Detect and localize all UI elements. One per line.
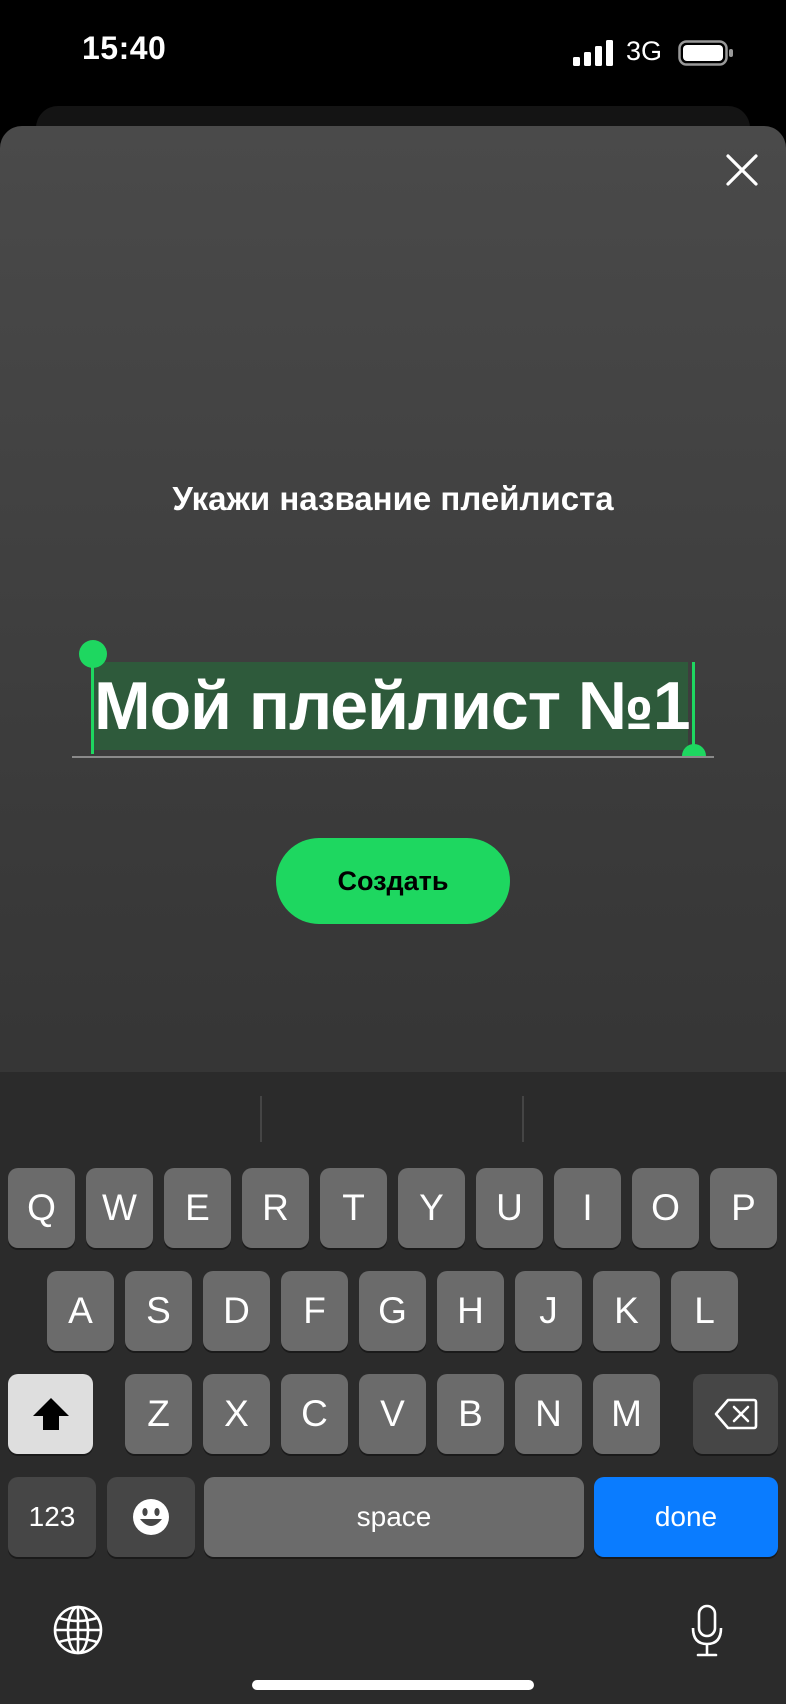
space-key[interactable]: space: [204, 1477, 584, 1557]
key-o[interactable]: O: [632, 1168, 699, 1248]
status-time: 15:40: [82, 30, 167, 66]
status-bar: 15:40 3G: [0, 0, 786, 108]
key-b[interactable]: B: [437, 1374, 504, 1454]
create-button[interactable]: Создать: [276, 838, 510, 924]
key-z[interactable]: Z: [125, 1374, 192, 1454]
key-v[interactable]: V: [359, 1374, 426, 1454]
key-s[interactable]: S: [125, 1271, 192, 1351]
playlist-name-field[interactable]: Мой плейлист №1: [72, 640, 714, 758]
key-i[interactable]: I: [554, 1168, 621, 1248]
selection-start-handle[interactable]: [91, 658, 94, 754]
key-p[interactable]: P: [710, 1168, 777, 1248]
emoji-icon: [133, 1499, 169, 1535]
key-d[interactable]: D: [203, 1271, 270, 1351]
dialog-prompt: Укажи название плейлиста: [172, 480, 614, 517]
key-m[interactable]: M: [593, 1374, 660, 1454]
playlist-name-input[interactable]: Мой плейлист №1: [94, 660, 694, 752]
key-w[interactable]: W: [86, 1168, 153, 1248]
battery-icon: [678, 40, 733, 66]
key-c[interactable]: C: [281, 1374, 348, 1454]
key-h[interactable]: H: [437, 1271, 504, 1351]
close-icon[interactable]: [724, 152, 760, 188]
key-k[interactable]: K: [593, 1271, 660, 1351]
key-a[interactable]: A: [47, 1271, 114, 1351]
key-q[interactable]: Q: [8, 1168, 75, 1248]
emoji-key[interactable]: [107, 1477, 195, 1557]
key-u[interactable]: U: [476, 1168, 543, 1248]
key-f[interactable]: F: [281, 1271, 348, 1351]
shift-arrow-icon: [32, 1398, 69, 1430]
backspace-icon: [714, 1398, 757, 1430]
network-type: 3G: [626, 36, 663, 66]
key-j[interactable]: J: [515, 1271, 582, 1351]
numbers-key[interactable]: 123: [8, 1477, 96, 1557]
signal-icon: [573, 40, 613, 66]
key-t[interactable]: T: [320, 1168, 387, 1248]
key-n[interactable]: N: [515, 1374, 582, 1454]
key-r[interactable]: R: [242, 1168, 309, 1248]
key-y[interactable]: Y: [398, 1168, 465, 1248]
suggestion-divider: [260, 1096, 262, 1142]
selection-end-handle[interactable]: [692, 662, 695, 754]
key-x[interactable]: X: [203, 1374, 270, 1454]
key-g[interactable]: G: [359, 1271, 426, 1351]
selection-start-knob[interactable]: [79, 640, 107, 668]
home-indicator[interactable]: [252, 1680, 534, 1690]
microphone-icon[interactable]: [690, 1604, 724, 1658]
done-key[interactable]: done: [594, 1477, 778, 1557]
globe-icon[interactable]: [52, 1604, 104, 1656]
key-l[interactable]: L: [671, 1271, 738, 1351]
shift-key[interactable]: [8, 1374, 93, 1454]
suggestion-divider: [522, 1096, 524, 1142]
key-e[interactable]: E: [164, 1168, 231, 1248]
input-underline: [72, 756, 714, 758]
backspace-key[interactable]: [693, 1374, 778, 1454]
